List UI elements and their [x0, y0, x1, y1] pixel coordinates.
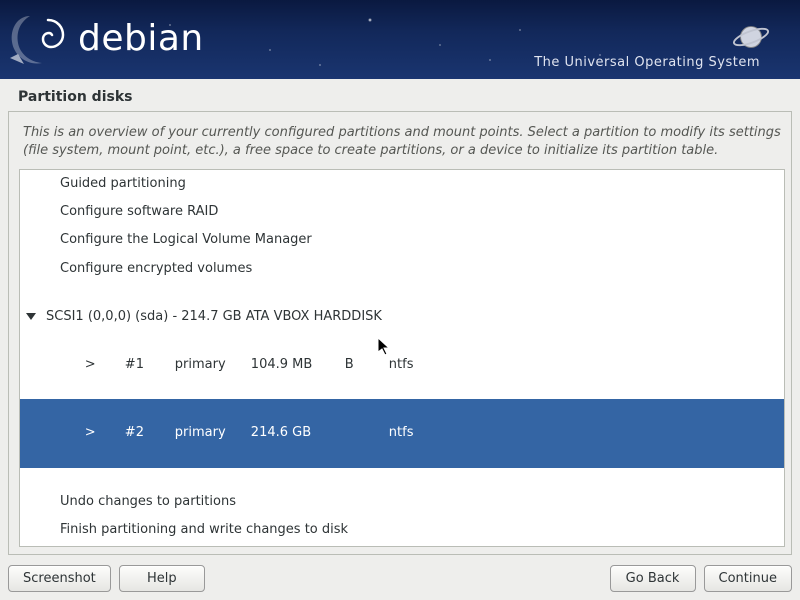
partition-fs: ntfs [389, 423, 414, 443]
planet-icon [732, 18, 770, 56]
menu-configure-raid[interactable]: Configure software RAID [20, 198, 784, 226]
instructions-text: This is an overview of your currently co… [19, 124, 785, 169]
disk-label: SCSI1 (0,0,0) (sda) - 214.7 GB ATA VBOX … [46, 307, 382, 327]
brand-name: debian [78, 18, 204, 59]
partition-listbox[interactable]: Guided partitioning Configure software R… [19, 169, 785, 547]
partition-number: #2 [125, 423, 175, 443]
list-spacer [20, 283, 784, 303]
disk-row[interactable]: SCSI1 (0,0,0) (sda) - 214.7 GB ATA VBOX … [20, 303, 784, 331]
installer-banner: debian The Universal Operating System [0, 0, 800, 79]
partition-row[interactable]: > #1 primary 104.9 MB B ntfs [20, 331, 784, 399]
partition-flag [345, 423, 389, 443]
list-spacer [20, 468, 784, 488]
menu-guided-partitioning[interactable]: Guided partitioning [20, 170, 784, 198]
partition-arrow: > [85, 355, 125, 375]
partition-number: #1 [125, 355, 175, 375]
partition-arrow: > [85, 423, 125, 443]
button-bar: Screenshot Help Go Back Continue [8, 565, 792, 592]
page-title: Partition disks [0, 79, 800, 111]
partition-type: primary [175, 423, 251, 443]
partition-row[interactable]: > #2 primary 214.6 GB ntfs [20, 399, 784, 467]
go-back-button[interactable]: Go Back [610, 565, 696, 592]
partition-size: 104.9 MB [251, 355, 345, 375]
partition-type: primary [175, 355, 251, 375]
debian-swirl-logo [8, 8, 78, 68]
expand-triangle-icon [26, 313, 36, 320]
menu-finish-partitioning[interactable]: Finish partitioning and write changes to… [20, 516, 784, 544]
partition-flag: B [345, 355, 389, 375]
tagline: The Universal Operating System [534, 55, 760, 70]
help-button[interactable]: Help [119, 565, 205, 592]
menu-undo-changes[interactable]: Undo changes to partitions [20, 488, 784, 516]
menu-configure-encrypted[interactable]: Configure encrypted volumes [20, 255, 784, 283]
partition-size: 214.6 GB [251, 423, 345, 443]
continue-button[interactable]: Continue [704, 565, 792, 592]
content-frame: This is an overview of your currently co… [8, 111, 792, 555]
screenshot-button[interactable]: Screenshot [8, 565, 111, 592]
menu-configure-lvm[interactable]: Configure the Logical Volume Manager [20, 226, 784, 254]
partition-fs: ntfs [389, 355, 414, 375]
